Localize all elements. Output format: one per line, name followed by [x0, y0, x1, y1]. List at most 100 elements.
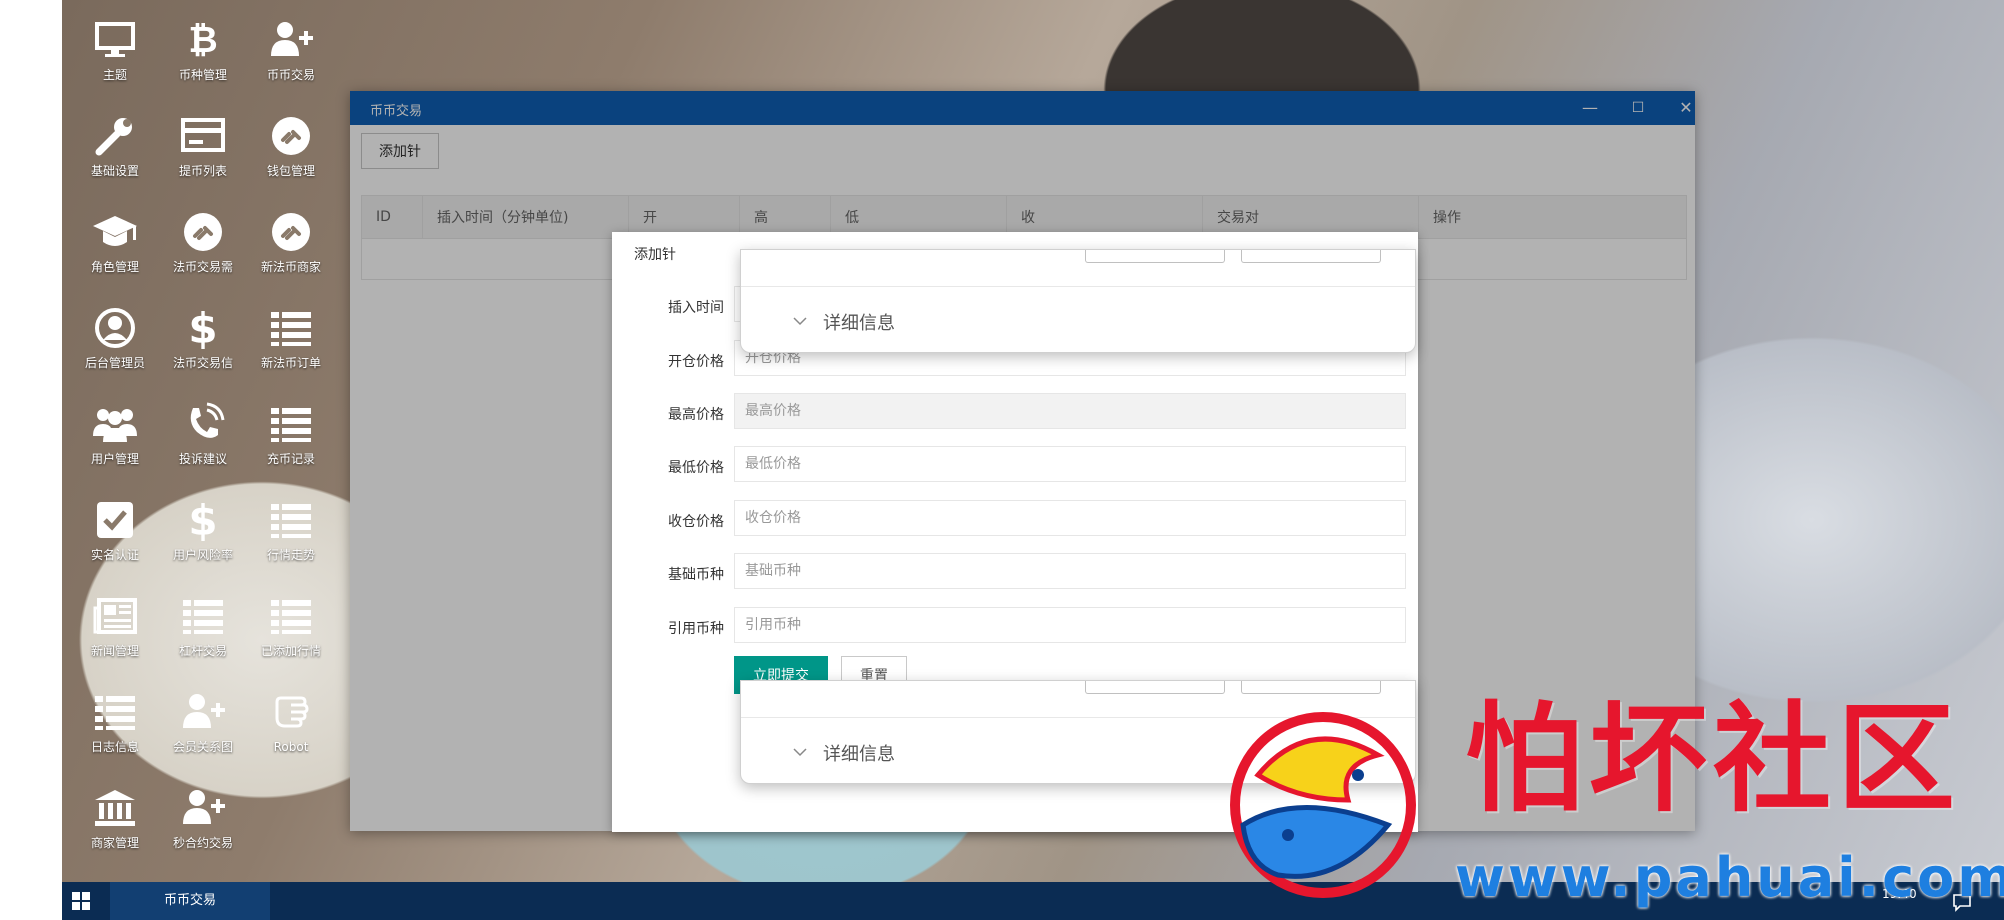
low-price-input[interactable]	[734, 446, 1406, 482]
watermark-url: www.pahuai.com	[1455, 846, 2004, 909]
desktop-icon-label: 币币交易	[266, 68, 315, 82]
desktop-icon-wallet-management[interactable]: 钱包管理	[248, 102, 334, 192]
desktop-icon-withdraw-list[interactable]: 提币列表	[160, 102, 246, 192]
desktop-icon-second-contract[interactable]: 秒合约交易	[160, 774, 246, 864]
popover-button-stub[interactable]	[1085, 681, 1225, 694]
form-row-high-price: 最高价格	[612, 393, 1418, 431]
desktop-icon-role-management[interactable]: 角色管理	[72, 198, 158, 288]
list-icon	[179, 594, 227, 638]
newspaper-icon	[91, 594, 139, 638]
desktop-icon-label: 法币交易信	[172, 356, 233, 370]
desktop-icon-label: 投诉建议	[178, 452, 227, 466]
link-circle-icon	[267, 210, 315, 254]
bitcoin-icon: ₿	[179, 18, 227, 62]
field-label: 开仓价格	[668, 354, 724, 370]
bank-icon	[91, 786, 139, 830]
desktop-icon-fiat-info[interactable]: $ 法币交易信	[160, 294, 246, 384]
details-label[interactable]: 详细信息	[823, 740, 895, 766]
desktop-icon-coin-management[interactable]: ₿ 币种管理	[160, 6, 246, 96]
desktop-icon-label: 用户风险率	[172, 548, 233, 562]
desktop-icon-merchant-management[interactable]: 商家管理	[72, 774, 158, 864]
desktop-icon-log-info[interactable]: 日志信息	[72, 678, 158, 768]
desktop-icon-deposit-records[interactable]: 充币记录	[248, 390, 334, 480]
list-icon	[267, 498, 315, 542]
desktop-icon-real-name-auth[interactable]: 实名认证	[72, 486, 158, 576]
user-add-icon	[267, 18, 315, 62]
form-row-base-currency: 基础币种	[612, 553, 1418, 591]
checkbox-icon	[91, 498, 139, 542]
taskbar-item-coin-trade[interactable]: 币币交易	[110, 882, 270, 920]
list-icon	[267, 594, 315, 638]
watermark-text: 怕坏社区	[1465, 689, 1962, 828]
dollar-icon: $	[179, 498, 227, 542]
desktop-icon-label: 已添加行情	[260, 644, 321, 658]
user-add-icon	[179, 690, 227, 734]
desktop-icon-coin-trade[interactable]: 币币交易	[248, 6, 334, 96]
windows-start-icon[interactable]	[72, 892, 90, 910]
watermark-fish-logo	[1218, 705, 1428, 900]
desktop-icon-label: 角色管理	[90, 260, 139, 274]
phone-icon	[179, 402, 227, 446]
desktop-icon-label: 新闻管理	[90, 644, 139, 658]
desktop-icon-label: 币种管理	[178, 68, 227, 82]
close-price-input[interactable]	[734, 500, 1406, 536]
dialog-title: 添加针	[634, 247, 676, 263]
desktop-icon-label: 日志信息	[90, 740, 139, 754]
details-popover: 详细信息	[740, 249, 1416, 353]
popover-button-stub[interactable]	[1085, 250, 1225, 263]
graduation-cap-icon	[91, 210, 139, 254]
list-icon	[267, 402, 315, 446]
dollar-icon: $	[179, 306, 227, 350]
form-row-close-price: 收仓价格	[612, 500, 1418, 538]
chevron-down-icon[interactable]	[791, 743, 809, 761]
list-icon	[91, 690, 139, 734]
desktop-icon-news-management[interactable]: 新闻管理	[72, 582, 158, 672]
desktop-icon-label: 法币交易需	[172, 260, 233, 274]
desktop-icon-market-trend[interactable]: 行情走势	[248, 486, 334, 576]
user-add-icon	[179, 786, 227, 830]
desktop-icon-complaints[interactable]: 投诉建议	[160, 390, 246, 480]
link-circle-icon	[267, 114, 315, 158]
desktop-icon-label: 钱包管理	[266, 164, 315, 178]
desktop-icon-label: 用户管理	[90, 452, 139, 466]
field-label: 最高价格	[668, 407, 724, 423]
desktop-icon-member-relations[interactable]: 会员关系图	[160, 678, 246, 768]
desktop-icon-leverage-trade[interactable]: 杠杆交易	[160, 582, 246, 672]
desktop-icon-new-fiat-orders[interactable]: 新法币订单	[248, 294, 334, 384]
link-circle-icon	[179, 210, 227, 254]
monitor-icon	[91, 18, 139, 62]
svg-text:$: $	[188, 306, 217, 350]
hand-icon	[267, 690, 315, 734]
desktop-icon-fiat-demand[interactable]: 法币交易需	[160, 198, 246, 288]
desktop-icon-robot[interactable]: Robot	[248, 678, 334, 768]
desktop-icon-label: Robot	[273, 740, 309, 754]
popover-button-stub[interactable]	[1241, 250, 1381, 263]
desktop-icon-new-fiat-merchant[interactable]: 新法币商家	[248, 198, 334, 288]
high-price-input[interactable]	[734, 393, 1406, 429]
chevron-down-icon[interactable]	[791, 312, 809, 330]
users-icon	[91, 402, 139, 446]
desktop-icon-user-risk-rate[interactable]: $ 用户风险率	[160, 486, 246, 576]
desktop-icon-label: 提币列表	[178, 164, 227, 178]
field-label: 收仓价格	[668, 514, 724, 530]
desktop-icon-label: 实名认证	[90, 548, 139, 562]
desktop-icon-basic-settings[interactable]: 基础设置	[72, 102, 158, 192]
base-currency-input[interactable]	[734, 553, 1406, 589]
wrench-icon	[91, 114, 139, 158]
desktop-icon-label: 行情走势	[266, 548, 315, 562]
desktop-icon-user-management[interactable]: 用户管理	[72, 390, 158, 480]
desktop-icon-theme[interactable]: 主题	[72, 6, 158, 96]
list-icon	[267, 306, 315, 350]
field-label: 最低价格	[668, 460, 724, 476]
desktop-icon-label: 新法币订单	[260, 356, 321, 370]
svg-text:$: $	[188, 498, 217, 542]
desktop-icon-label: 杠杆交易	[178, 644, 227, 658]
popover-button-stub[interactable]	[1241, 681, 1381, 694]
quote-currency-input[interactable]	[734, 607, 1406, 643]
credit-card-icon	[179, 114, 227, 158]
field-label: 插入时间	[668, 300, 724, 316]
details-label[interactable]: 详细信息	[823, 309, 895, 335]
desktop-icon-label: 商家管理	[90, 836, 139, 850]
desktop-icon-added-markets[interactable]: 已添加行情	[248, 582, 334, 672]
desktop-icon-admins[interactable]: 后台管理员	[72, 294, 158, 384]
